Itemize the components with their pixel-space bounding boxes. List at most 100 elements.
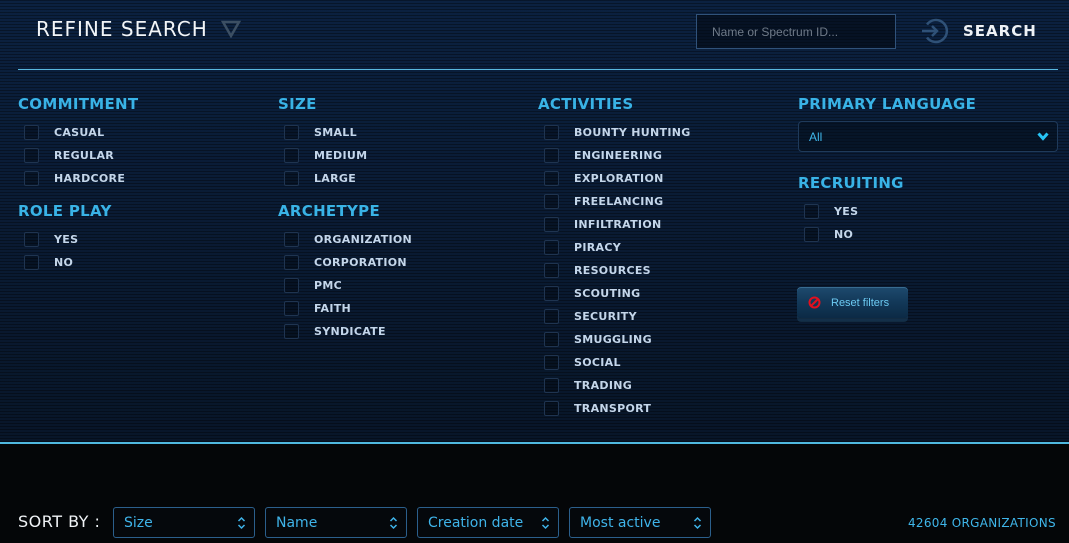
primary-language-value: All xyxy=(809,129,823,144)
option-label: HARDCORE xyxy=(54,172,126,185)
option-label: SCOUTING xyxy=(574,287,641,300)
commitment-option-hardcore[interactable]: HARDCORE xyxy=(18,167,138,190)
checkbox[interactable] xyxy=(544,148,559,163)
option-label: SYNDICATE xyxy=(314,325,386,338)
checkbox[interactable] xyxy=(544,217,559,232)
sort-select-most-active[interactable]: Most active xyxy=(569,507,711,538)
checkbox[interactable] xyxy=(544,378,559,393)
checkbox[interactable] xyxy=(24,148,39,163)
checkbox[interactable] xyxy=(544,194,559,209)
search-input[interactable] xyxy=(696,14,896,49)
checkbox[interactable] xyxy=(284,255,299,270)
checkbox[interactable] xyxy=(544,309,559,324)
checkbox[interactable] xyxy=(24,125,39,140)
size-option-medium[interactable]: MEDIUM xyxy=(278,144,412,167)
search-button[interactable]: SEARCH xyxy=(918,14,1038,48)
option-label: PIRACY xyxy=(574,241,621,254)
checkbox[interactable] xyxy=(284,301,299,316)
checkbox[interactable] xyxy=(544,355,559,370)
activities-options: BOUNTY HUNTING ENGINEERING EXPLORATION F… xyxy=(538,121,691,420)
option-label: NO xyxy=(54,256,74,269)
activity-option-smuggling[interactable]: SMUGGLING xyxy=(538,328,691,351)
option-label: CASUAL xyxy=(54,126,105,139)
activity-option-exploration[interactable]: EXPLORATION xyxy=(538,167,691,190)
sort-select-value: Creation date xyxy=(428,514,524,531)
checkbox[interactable] xyxy=(544,332,559,347)
sort-select-value: Name xyxy=(276,514,318,531)
checkbox[interactable] xyxy=(804,227,819,242)
checkbox[interactable] xyxy=(284,232,299,247)
option-label: SMUGGLING xyxy=(574,333,652,346)
activity-option-infiltration[interactable]: INFILTRATION xyxy=(538,213,691,236)
recruiting-option-yes[interactable]: YES xyxy=(798,200,1058,223)
activity-option-social[interactable]: SOCIAL xyxy=(538,351,691,374)
checkbox[interactable] xyxy=(544,240,559,255)
checkbox[interactable] xyxy=(804,204,819,219)
checkbox[interactable] xyxy=(24,255,39,270)
option-label: TRADING xyxy=(574,379,633,392)
activity-option-scouting[interactable]: SCOUTING xyxy=(538,282,691,305)
reset-filters-button[interactable]: Reset filters xyxy=(797,287,908,318)
activities-title: ACTIVITIES xyxy=(538,95,634,113)
activity-option-security[interactable]: SECURITY xyxy=(538,305,691,328)
checkbox[interactable] xyxy=(544,401,559,416)
commitment-option-regular[interactable]: REGULAR xyxy=(18,144,138,167)
size-title: SIZE xyxy=(278,95,317,113)
primary-language-select[interactable]: All xyxy=(798,121,1058,152)
sort-select-size[interactable]: Size xyxy=(113,507,255,538)
option-label: TRANSPORT xyxy=(574,402,652,415)
sort-select-creation-date[interactable]: Creation date xyxy=(417,507,559,538)
checkbox[interactable] xyxy=(284,324,299,339)
role-play-option-yes[interactable]: YES xyxy=(18,228,138,251)
search-enter-icon xyxy=(922,18,949,44)
sort-arrows-icon xyxy=(693,516,702,529)
checkbox[interactable] xyxy=(544,263,559,278)
search-button-label: SEARCH xyxy=(963,22,1037,40)
filter-column-1: COMMITMENT CASUAL REGULAR HARDCORE ROLE … xyxy=(18,95,138,274)
sort-select-value: Most active xyxy=(580,514,661,531)
activity-option-trading[interactable]: TRADING xyxy=(538,374,691,397)
sort-arrows-icon xyxy=(541,516,550,529)
recruiting-option-no[interactable]: NO xyxy=(798,223,1058,246)
checkbox[interactable] xyxy=(24,232,39,247)
checkbox[interactable] xyxy=(544,171,559,186)
activity-option-piracy[interactable]: PIRACY xyxy=(538,236,691,259)
role-play-option-no[interactable]: NO xyxy=(18,251,138,274)
recruiting-options: YES NO xyxy=(798,200,1058,246)
checkbox[interactable] xyxy=(284,171,299,186)
option-label: BOUNTY HUNTING xyxy=(574,126,691,139)
archetype-option-syndicate[interactable]: SYNDICATE xyxy=(278,320,412,343)
option-label: PMC xyxy=(314,279,342,292)
sort-select-name[interactable]: Name xyxy=(265,507,407,538)
activity-option-transport[interactable]: TRANSPORT xyxy=(538,397,691,420)
option-label: ENGINEERING xyxy=(574,149,663,162)
option-label: CORPORATION xyxy=(314,256,407,269)
size-option-large[interactable]: LARGE xyxy=(278,167,412,190)
activity-option-engineering[interactable]: ENGINEERING xyxy=(538,144,691,167)
archetype-option-organization[interactable]: ORGANIZATION xyxy=(278,228,412,251)
filter-column-3: ACTIVITIES BOUNTY HUNTING ENGINEERING EX… xyxy=(538,95,691,420)
activity-option-bounty-hunting[interactable]: BOUNTY HUNTING xyxy=(538,121,691,144)
size-option-small[interactable]: SMALL xyxy=(278,121,412,144)
sort-by-label: SORT BY : xyxy=(18,512,101,531)
checkbox[interactable] xyxy=(284,278,299,293)
option-label: RESOURCES xyxy=(574,264,651,277)
checkbox[interactable] xyxy=(24,171,39,186)
checkbox[interactable] xyxy=(544,125,559,140)
checkbox[interactable] xyxy=(284,148,299,163)
option-label: SECURITY xyxy=(574,310,637,323)
archetype-options: ORGANIZATION CORPORATION PMC FAITH SYNDI… xyxy=(278,228,412,343)
archetype-option-faith[interactable]: FAITH xyxy=(278,297,412,320)
refine-search-title: REFINE SEARCH xyxy=(36,17,208,41)
collapse-triangle-icon[interactable] xyxy=(221,20,241,38)
activity-option-freelancing[interactable]: FREELANCING xyxy=(538,190,691,213)
prohibited-icon xyxy=(808,296,821,309)
checkbox[interactable] xyxy=(544,286,559,301)
archetype-option-pmc[interactable]: PMC xyxy=(278,274,412,297)
archetype-option-corporation[interactable]: CORPORATION xyxy=(278,251,412,274)
checkbox[interactable] xyxy=(284,125,299,140)
activity-option-resources[interactable]: RESOURCES xyxy=(538,259,691,282)
archetype-title: ARCHETYPE xyxy=(278,202,381,220)
commitment-option-casual[interactable]: CASUAL xyxy=(18,121,138,144)
